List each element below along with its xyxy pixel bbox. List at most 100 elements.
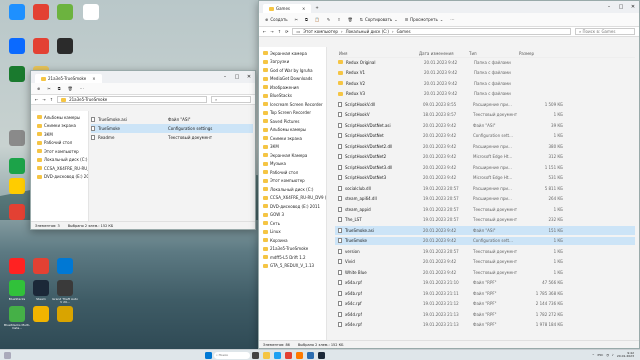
file-row[interactable]: x64c.rpf 19.01.2023 21:12 Файл "RPF" 2 144 …	[335, 300, 635, 309]
clock[interactable]: 9:42 20.01.2023	[617, 351, 634, 359]
forward-icon[interactable]: →	[42, 97, 45, 102]
sort-button[interactable]: ⇅ Сортировать ⌄	[360, 17, 398, 22]
file-row[interactable]: TrueSmoke Configuration settings	[91, 124, 253, 133]
nav-item-рабочий-стол[interactable]: Рабочий стол	[37, 139, 88, 148]
nav-item-mediaget-downloads[interactable]: MediaGet Downloads	[263, 75, 326, 84]
delete-icon[interactable]: 🗑	[68, 86, 73, 91]
maximize-icon[interactable]: □	[615, 4, 627, 10]
file-row[interactable]: ScriptHookV.dll 09.01.2023 8:55 Расширение…	[335, 100, 635, 109]
task-view-icon[interactable]	[252, 351, 259, 359]
close-icon[interactable]: ✕	[627, 4, 639, 10]
copy-icon[interactable]: ⧉	[305, 17, 308, 22]
nav-item-mdff5-l5-drift-1-2[interactable]: mdff5-L5 Drift 1.2	[263, 253, 326, 262]
nav-item-музыка[interactable]: Музыка	[263, 160, 326, 169]
desktop-icon[interactable]	[52, 306, 78, 324]
new-button[interactable]: ⊕ Создать	[265, 17, 288, 22]
nav-item-god-of-war-by-igruha[interactable]: God of War by Igruha	[263, 66, 326, 75]
file-row[interactable]: x64e.rpf 19.01.2023 21:13 Файл "RPF" 1 978 …	[335, 321, 635, 330]
desktop-icon[interactable]	[4, 38, 30, 56]
column-size[interactable]: Размер	[519, 51, 559, 56]
desktop-icon[interactable]	[28, 258, 54, 276]
file-row[interactable]: x64b.rpf 19.01.2023 21:11 Файл "RPF" 1 785 …	[335, 289, 635, 298]
view-button[interactable]: ☰ Просмотреть ⌄	[405, 17, 444, 22]
file-row[interactable]: x64a.rpf 19.01.2023 21:10 Файл "RPF" 47 566…	[335, 279, 635, 288]
chrome-icon[interactable]	[285, 351, 292, 359]
nav-item-снимки-экрана[interactable]: Снимки экрана	[263, 134, 326, 143]
edge-icon[interactable]	[274, 351, 281, 359]
volume-icon[interactable]: ♪	[612, 353, 614, 357]
nav-item-загрузки[interactable]: Загрузки	[263, 58, 326, 67]
file-row[interactable]: Redux V2 20.01.2023 9:42 Папка с файлами	[335, 79, 635, 88]
desktop-icon[interactable]: Steam	[28, 280, 54, 301]
nav-item-icecream-screen-recorder[interactable]: Icecream Screen Recorder	[263, 100, 326, 109]
nav-item-рабочий-стол[interactable]: Рабочий стол	[263, 168, 326, 177]
language-indicator[interactable]: РУС	[598, 353, 604, 357]
nav-item-корзина[interactable]: Корзина	[263, 236, 326, 245]
cut-icon[interactable]: ✂	[295, 17, 298, 22]
new-button[interactable]: ⊕	[37, 86, 40, 91]
rename-icon[interactable]: ✎	[327, 17, 330, 22]
nav-item-экранная-камера[interactable]: Экранная Камера	[263, 151, 326, 160]
file-row[interactable]: Readme Текстовый документ	[91, 133, 253, 142]
nav-item-альбомы-камеры[interactable]: Альбомы камеры	[263, 126, 326, 135]
search-input[interactable]: ⌕	[211, 96, 251, 103]
nav-item-этот-компьютер[interactable]: Этот компьютер	[37, 147, 88, 156]
column-type[interactable]: Тип	[469, 51, 519, 56]
explorer-window-truesmoke[interactable]: 21a3e5-TrueSmoke × – □ ✕ ⊕ ✂ ⧉ 🗑 ⋯ ← → ↑ 21a3e5-T…	[30, 70, 256, 230]
file-row[interactable]: socialclub.dll 19.01.2023 20:57 Расширение…	[335, 184, 635, 193]
file-row[interactable]: version 19.01.2023 20:57 Текстовый докумен…	[335, 247, 635, 256]
nav-item-gta-5-redux-v-1-13[interactable]: GTA_5_REDUX_V_1.13	[263, 262, 326, 271]
share-icon[interactable]: ⇪	[337, 17, 340, 22]
nav-item-3км[interactable]: 3КМ	[37, 130, 88, 139]
nav-item-bluestacks[interactable]: BlueStacks	[263, 92, 326, 101]
file-row[interactable]: Redux V3 20.01.2023 9:42 Папка с файлами	[335, 90, 635, 99]
weather-icon[interactable]	[4, 351, 11, 359]
desktop-icon[interactable]	[28, 306, 54, 324]
nav-item-21a3e5-truesmoke[interactable]: 21a3e5-TrueSmoke	[263, 245, 326, 254]
file-row[interactable]: ScriptHookVDotNet3 20.01.2023 9:42 Microso…	[335, 174, 635, 183]
file-row[interactable]: TrueSmoke.asi Файл "ASI"	[91, 115, 253, 124]
desktop-icon[interactable]: BlueStacks Multi-Insta...	[4, 306, 30, 331]
desktop-icon[interactable]	[52, 258, 78, 276]
more-icon[interactable]: ⋯	[80, 86, 84, 91]
cut-icon[interactable]: ✂	[47, 86, 50, 91]
desktop-icon[interactable]	[4, 204, 30, 222]
refresh-icon[interactable]: ⟳	[285, 29, 288, 34]
file-row[interactable]: ScriptHookVDotNet2 20.01.2023 9:42 Microso…	[335, 153, 635, 162]
steam-icon[interactable]	[318, 351, 325, 359]
tab-truesmoke[interactable]: 21a3e5-TrueSmoke ×	[35, 74, 102, 83]
desktop-icon[interactable]	[28, 38, 54, 56]
desktop-icon[interactable]	[28, 4, 54, 22]
desktop-icon[interactable]	[4, 158, 30, 176]
file-row[interactable]: ScriptHookVDotNet2.dll 20.01.2023 9:42 Рас…	[335, 142, 635, 151]
desktop-icon[interactable]	[52, 4, 78, 22]
file-row[interactable]: ScriptHookV 18.01.2023 8:57 Текстовый доку…	[335, 111, 635, 120]
up-icon[interactable]: ↑	[50, 97, 53, 102]
desktop-icon[interactable]	[4, 258, 30, 276]
column-date[interactable]: Дата изменения	[419, 51, 469, 56]
desktop-icon[interactable]	[4, 66, 30, 84]
maximize-icon[interactable]: □	[231, 74, 243, 80]
delete-icon[interactable]: 🗑	[348, 17, 353, 22]
nav-item-dvd-дисковод-e-2011[interactable]: DVD-дисковод (E:) 2011	[263, 202, 326, 211]
new-tab-button[interactable]: +	[315, 5, 318, 10]
file-row[interactable]: ScriptHookVDotNet3.dll 20.01.2023 9:42 Рас…	[335, 163, 635, 172]
file-row[interactable]: The_LST 19.01.2023 20:57 Текстовый докумен…	[335, 216, 635, 225]
nav-item-локальный-диск-c[interactable]: Локальный диск (C:)	[263, 185, 326, 194]
nav-item-gow-3[interactable]: GOW 3	[263, 211, 326, 220]
back-icon[interactable]: ←	[35, 97, 38, 102]
app-icon[interactable]	[296, 351, 303, 359]
desktop-icon[interactable]	[4, 178, 30, 196]
desktop-icon[interactable]	[78, 4, 104, 22]
app-icon-2[interactable]	[307, 351, 314, 359]
file-row[interactable]: ScriptHookVDotNet 20.01.2023 9:42 Configur…	[335, 132, 635, 141]
file-explorer-icon[interactable]	[263, 351, 270, 359]
more-icon[interactable]: ⋯	[450, 17, 454, 22]
taskbar-search[interactable]: ⌕ Поиск	[214, 351, 250, 359]
nav-item-этот-компьютер[interactable]: Этот компьютер	[263, 177, 326, 186]
file-row[interactable]: x64d.rpf 19.01.2023 21:13 Файл "RPF" 1 782 …	[335, 310, 635, 319]
forward-icon[interactable]: →	[270, 29, 273, 34]
path-field[interactable]: ▭ Этот компьютер › Локальный диск (C:) › Game…	[292, 28, 571, 35]
desktop-icon[interactable]: BlueStacks	[4, 280, 30, 301]
desktop-icon[interactable]	[4, 4, 30, 22]
